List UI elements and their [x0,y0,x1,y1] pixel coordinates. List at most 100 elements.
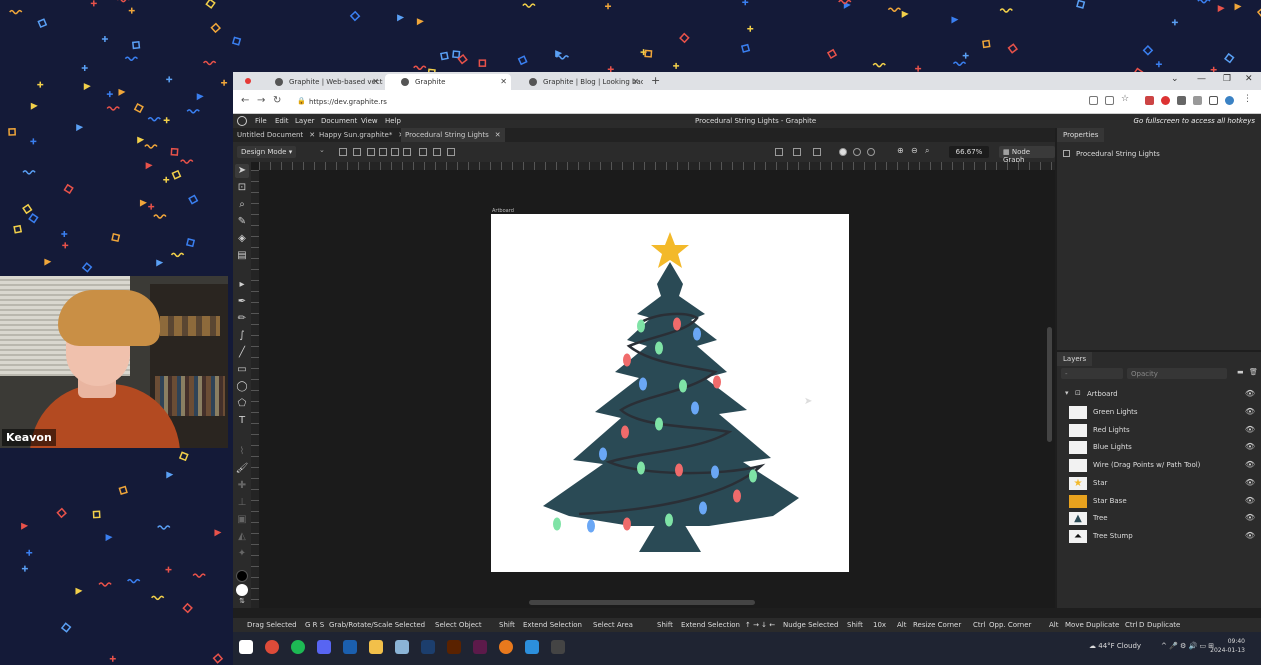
microphone-extension-icon[interactable] [1161,96,1170,105]
overlays-icon[interactable] [813,148,821,156]
freehand-tool-icon[interactable]: ✏ [235,312,249,326]
browser-tab-2[interactable]: Graphite ✕ [385,74,511,90]
align-bottom-icon[interactable] [403,148,411,156]
primary-color-swatch[interactable] [236,570,248,582]
visibility-eye-icon[interactable]: 👁 [1245,513,1255,522]
visibility-eye-icon[interactable]: 👁 [1245,460,1255,469]
menu-view[interactable]: View [361,117,378,125]
vertical-scrollbar[interactable] [1047,327,1052,442]
align-left-icon[interactable] [339,148,347,156]
zoom-in-icon[interactable]: ⊕ [897,146,904,155]
doc-tab-untitled[interactable]: Untitled Document ✕ [233,128,319,142]
text-tool-icon[interactable]: T [235,414,249,428]
menu-file[interactable]: File [255,117,267,125]
boolean-ops-icon[interactable] [447,148,455,156]
zoom-fit-icon[interactable]: ⌕ [925,146,929,156]
blend-mode-dropdown[interactable]: - [1061,368,1123,379]
design-mode-dropdown[interactable]: Design Mode ▾ [237,146,297,158]
visibility-eye-icon[interactable]: 👁 [1245,442,1255,451]
menu-layer[interactable]: Layer [295,117,315,125]
doc-tab-happy-sun[interactable]: Happy Sun.graphite*✕ [315,128,408,142]
relight-tool-icon[interactable]: ✦ [235,547,249,561]
forward-arrow-icon[interactable]: → [257,95,265,106]
brush-tool-icon[interactable]: ⌇ [235,445,249,459]
windows-start-icon[interactable] [239,640,253,654]
canvas-viewport[interactable]: Artboard ➤ [251,162,1055,608]
extension-icon[interactable] [1177,96,1186,105]
gradient-tool-icon[interactable]: ▤ [235,249,249,263]
artboard[interactable] [491,214,849,572]
spline-tool-icon[interactable]: ∫ [235,329,249,343]
zoom-out-icon[interactable]: ⊖ [911,146,918,155]
layer-row[interactable]: ⏶ Tree Stump 👁 [1063,528,1257,544]
line-tool-icon[interactable]: ╱ [235,346,249,360]
patch-tool-icon[interactable]: ▣ [235,513,249,527]
artboard-tool-icon[interactable]: ⊡ [235,181,249,195]
menu-document[interactable]: Document [321,117,357,125]
chevron-down-icon[interactable]: ⌄ [1171,74,1179,84]
render-pixel-icon[interactable] [867,148,875,156]
ellipse-tool-icon[interactable]: ◯ [235,380,249,394]
close-icon[interactable]: ✕ [372,77,379,86]
minimize-icon[interactable]: — [1197,74,1206,84]
discord-icon[interactable] [317,640,331,654]
clone-tool-icon[interactable]: ⊥ [235,496,249,510]
system-clock[interactable]: 09:40 2024-01-13 [1210,637,1245,655]
opacity-input[interactable]: Opacity [1127,368,1227,379]
menu-help[interactable]: Help [385,117,401,125]
visibility-eye-icon[interactable]: 👁 [1245,407,1255,416]
taskbar-app-icon[interactable] [551,640,565,654]
bookmark-star-icon[interactable]: ☆ [1121,94,1130,104]
browser-tab-1[interactable]: Graphite | Web-based vector gr ✕ [259,74,383,90]
new-folder-icon[interactable]: ▬ [1237,368,1244,376]
swap-colors-icon[interactable]: ⇅ [235,594,249,608]
align-right-icon[interactable] [367,148,375,156]
layer-row[interactable]: Blue Lights 👁 [1063,439,1257,455]
layer-row[interactable]: ★ Star 👁 [1063,475,1257,491]
visibility-eye-icon[interactable]: 👁 [1245,496,1255,505]
close-icon[interactable]: ✕ [500,77,507,86]
render-outline-icon[interactable] [853,148,861,156]
window-close-icon[interactable]: ✕ [1245,74,1253,84]
layer-artboard[interactable]: ▾ ⊡ Artboard 👁 [1063,386,1257,402]
restore-icon[interactable]: ❐ [1223,74,1231,84]
navigate-tool-icon[interactable]: ⌕ [235,198,249,212]
grid-icon[interactable] [793,148,801,156]
render-normal-icon[interactable] [839,148,847,156]
layer-row[interactable]: Green Lights 👁 [1063,404,1257,420]
back-arrow-icon[interactable]: ← [241,95,249,106]
expand-chevron-icon[interactable]: ▾ [1065,389,1069,397]
fill-tool-icon[interactable]: ◈ [235,232,249,246]
align-middle-icon[interactable] [391,148,399,156]
layer-row[interactable]: ▲ Tree 👁 [1063,510,1257,526]
select-tool-icon[interactable]: ➤ [235,164,249,178]
vscode-icon[interactable] [525,640,539,654]
flip-vertical-icon[interactable] [433,148,441,156]
close-icon[interactable]: ✕ [632,77,639,86]
weather-widget[interactable]: ☁ 44°F Cloudy [1089,642,1141,650]
illustrator-icon[interactable] [447,640,461,654]
layer-row[interactable]: Wire (Drag Points w/ Path Tool) 👁 [1063,457,1257,473]
align-center-icon[interactable] [353,148,361,156]
share-icon[interactable] [1105,96,1114,105]
profile-avatar-icon[interactable] [1225,96,1234,105]
install-icon[interactable] [1089,96,1098,105]
options-chevron-icon[interactable]: ⌄ [319,146,325,154]
rectangle-tool-icon[interactable]: ▭ [235,363,249,377]
side-panel-icon[interactable] [1209,96,1218,105]
gmail-extension-icon[interactable] [1145,96,1154,105]
xd-icon[interactable] [473,640,487,654]
menu-edit[interactable]: Edit [275,117,289,125]
fullscreen-hint[interactable]: Go fullscreen to access all hotkeys [1134,117,1255,125]
puzzle-extensions-icon[interactable] [1193,96,1202,105]
new-tab-plus-icon[interactable]: + [651,74,660,87]
spotify-icon[interactable] [291,640,305,654]
pen-tool-icon[interactable]: ✒ [235,295,249,309]
polygon-tool-icon[interactable]: ⬠ [235,397,249,411]
close-icon[interactable]: ✕ [495,131,501,139]
url-bar[interactable]: 🔒 https://dev.graphite.rs [295,94,1075,110]
photoshop-icon[interactable] [421,640,435,654]
doc-tab-string-lights[interactable]: Procedural String Lights ✕ [401,128,505,142]
steam-icon[interactable] [343,640,357,654]
paint-tool-icon[interactable]: 🖌 [235,462,249,476]
